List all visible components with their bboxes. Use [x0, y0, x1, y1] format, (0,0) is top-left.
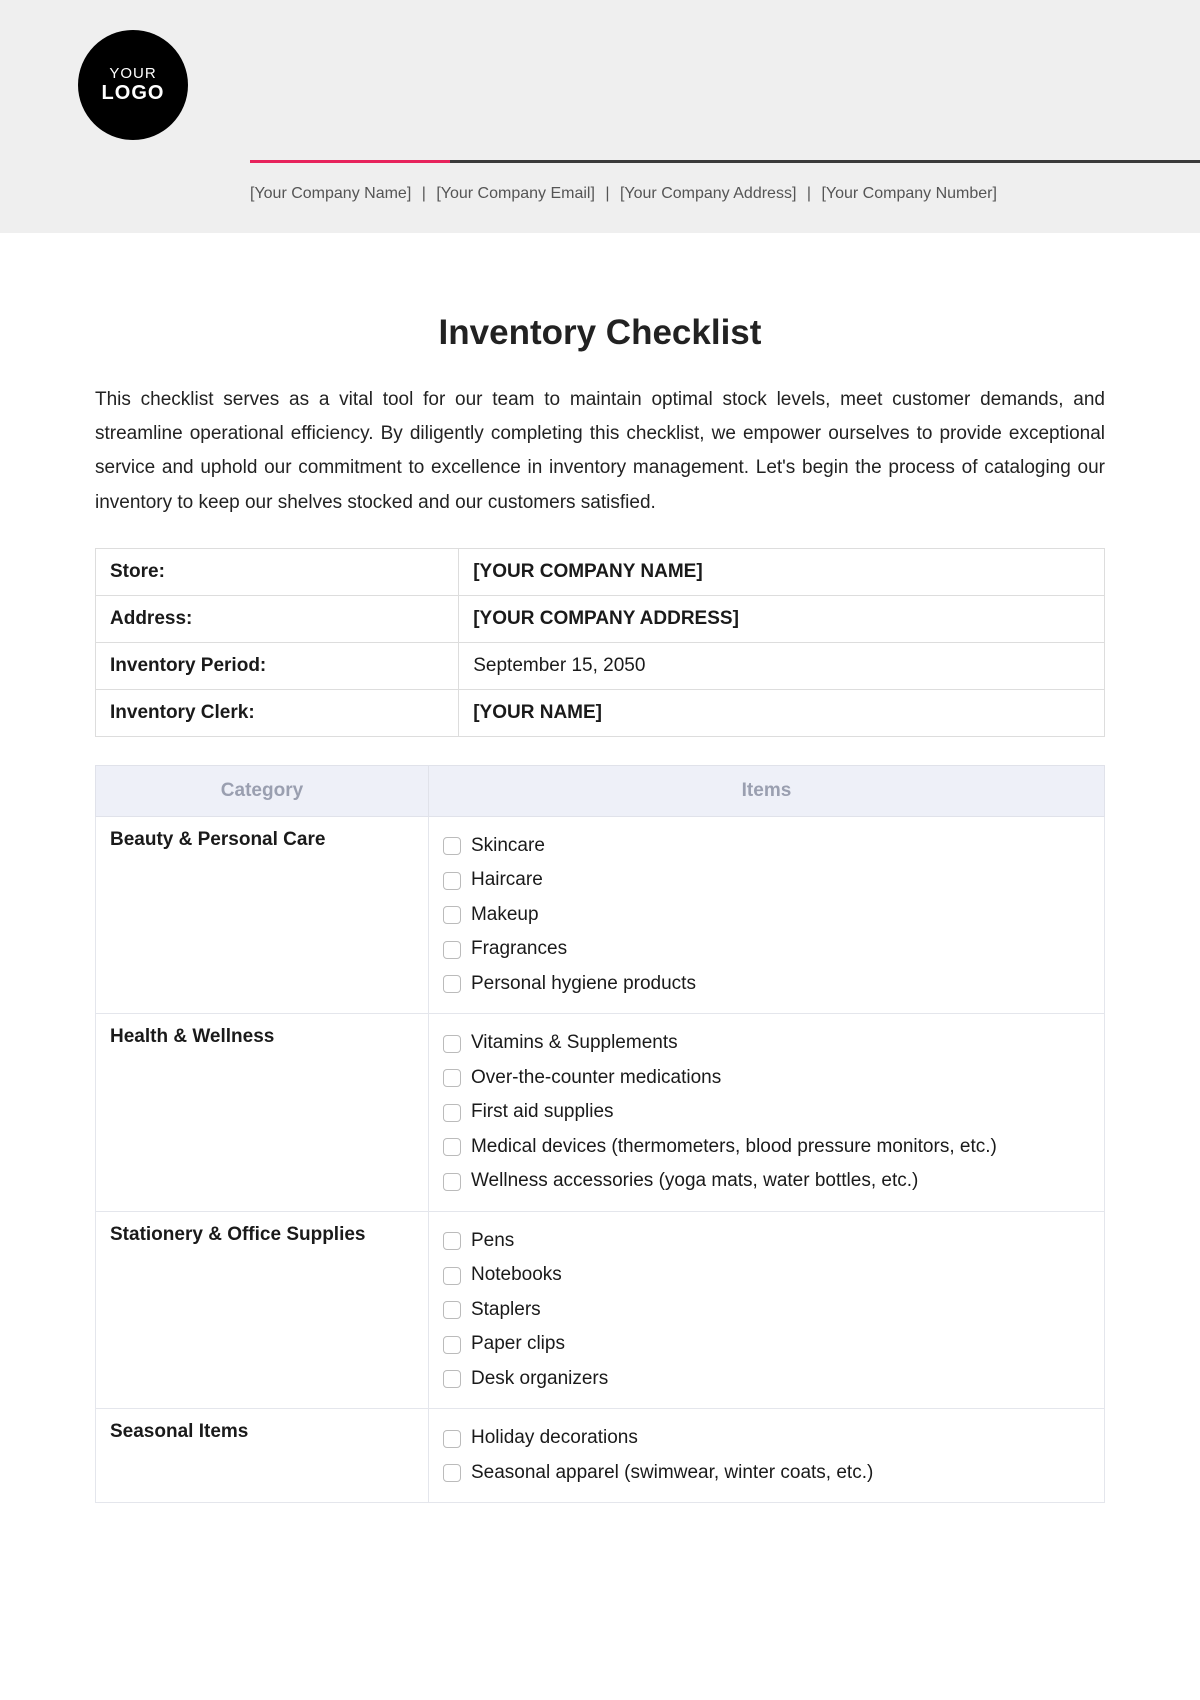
category-cell: Stationery & Office Supplies — [96, 1211, 429, 1409]
item-text: Medical devices (thermometers, blood pre… — [471, 1133, 997, 1162]
checkbox-icon[interactable] — [443, 1336, 461, 1354]
header-band: YOUR LOGO [Your Company Name] | [Your Co… — [0, 0, 1200, 233]
item-text: Holiday decorations — [471, 1424, 638, 1453]
category-cell: Seasonal Items — [96, 1409, 429, 1503]
item-text: Makeup — [471, 901, 539, 930]
item-text: Haircare — [471, 866, 543, 895]
item-text: Vitamins & Supplements — [471, 1029, 678, 1058]
list-item: Staplers — [443, 1293, 1090, 1328]
th-category: Category — [96, 765, 429, 816]
checkbox-icon[interactable] — [443, 1104, 461, 1122]
list-item: Over-the-counter medications — [443, 1061, 1090, 1096]
checkbox-icon[interactable] — [443, 872, 461, 890]
list-item: Fragrances — [443, 932, 1090, 967]
company-meta: [Your Company Name] | [Your Company Emai… — [250, 185, 1200, 203]
item-text: Paper clips — [471, 1330, 565, 1359]
info-label-clerk: Inventory Clerk: — [96, 689, 459, 736]
logo-circle: YOUR LOGO — [78, 30, 188, 140]
checkbox-icon[interactable] — [443, 1430, 461, 1448]
intro-paragraph: This checklist serves as a vital tool fo… — [95, 383, 1105, 520]
info-row-clerk: Inventory Clerk: [YOUR NAME] — [96, 689, 1105, 736]
list-item: Makeup — [443, 898, 1090, 933]
list-item: Personal hygiene products — [443, 967, 1090, 1002]
list-item: Paper clips — [443, 1327, 1090, 1362]
checkbox-icon[interactable] — [443, 941, 461, 959]
accent-divider — [250, 160, 1200, 163]
table-row: Beauty & Personal Care Skincare Haircare Ma… — [96, 816, 1105, 1014]
item-text: Fragrances — [471, 935, 567, 964]
info-label-address: Address: — [96, 595, 459, 642]
checkbox-icon[interactable] — [443, 1232, 461, 1250]
checkbox-icon[interactable] — [443, 1069, 461, 1087]
meta-sep: | — [605, 185, 609, 203]
meta-sep: | — [422, 185, 426, 203]
meta-sep: | — [807, 185, 811, 203]
info-label-store: Store: — [96, 548, 459, 595]
items-cell: Skincare Haircare Makeup Fragrances Personal… — [428, 816, 1104, 1014]
meta-company-number: [Your Company Number] — [821, 185, 997, 202]
item-text: Staplers — [471, 1296, 541, 1325]
checkbox-icon[interactable] — [443, 1464, 461, 1482]
meta-company-address: [Your Company Address] — [620, 185, 796, 202]
checkbox-icon[interactable] — [443, 1370, 461, 1388]
items-cell: Vitamins & Supplements Over-the-counter m… — [428, 1014, 1104, 1212]
items-cell: Pens Notebooks Staplers Paper clips Desk org… — [428, 1211, 1104, 1409]
th-items: Items — [428, 765, 1104, 816]
accent-divider-pink — [250, 160, 450, 163]
checkbox-icon[interactable] — [443, 975, 461, 993]
checkbox-icon[interactable] — [443, 1173, 461, 1191]
checkbox-icon[interactable] — [443, 1138, 461, 1156]
item-text: Skincare — [471, 832, 545, 861]
list-item: Haircare — [443, 863, 1090, 898]
table-row: Health & Wellness Vitamins & Supplements O… — [96, 1014, 1105, 1212]
list-item: Desk organizers — [443, 1362, 1090, 1397]
checkbox-icon[interactable] — [443, 1301, 461, 1319]
checkbox-icon[interactable] — [443, 1267, 461, 1285]
meta-company-email: [Your Company Email] — [436, 185, 595, 202]
list-item: Seasonal apparel (swimwear, winter coats… — [443, 1456, 1090, 1491]
items-cell: Holiday decorations Seasonal apparel (swi… — [428, 1409, 1104, 1503]
info-row-period: Inventory Period: September 15, 2050 — [96, 642, 1105, 689]
checkbox-icon[interactable] — [443, 1035, 461, 1053]
info-value-period: September 15, 2050 — [459, 642, 1105, 689]
content: Inventory Checklist This checklist serve… — [0, 233, 1200, 1503]
info-value-store: [YOUR COMPANY NAME] — [459, 548, 1105, 595]
meta-company-name: [Your Company Name] — [250, 185, 411, 202]
item-text: Pens — [471, 1227, 514, 1256]
info-row-address: Address: [YOUR COMPANY ADDRESS] — [96, 595, 1105, 642]
table-row: Seasonal Items Holiday decorations Seasona… — [96, 1409, 1105, 1503]
item-text: Wellness accessories (yoga mats, water b… — [471, 1167, 918, 1196]
item-text: Over-the-counter medications — [471, 1064, 721, 1093]
table-row: Stationery & Office Supplies Pens Notebook… — [96, 1211, 1105, 1409]
checkbox-icon[interactable] — [443, 837, 461, 855]
info-row-store: Store: [YOUR COMPANY NAME] — [96, 548, 1105, 595]
logo-line2: LOGO — [102, 82, 165, 104]
item-text: Seasonal apparel (swimwear, winter coats… — [471, 1459, 873, 1488]
logo-line1: YOUR — [109, 66, 156, 83]
info-value-clerk: [YOUR NAME] — [459, 689, 1105, 736]
list-item: Vitamins & Supplements — [443, 1026, 1090, 1061]
item-text: Desk organizers — [471, 1365, 608, 1394]
list-item: Wellness accessories (yoga mats, water b… — [443, 1164, 1090, 1199]
checkbox-icon[interactable] — [443, 906, 461, 924]
item-text: Notebooks — [471, 1261, 562, 1290]
category-cell: Beauty & Personal Care — [96, 816, 429, 1014]
list-item: Medical devices (thermometers, blood pre… — [443, 1130, 1090, 1165]
page-title: Inventory Checklist — [95, 313, 1105, 353]
item-text: Personal hygiene products — [471, 970, 696, 999]
category-cell: Health & Wellness — [96, 1014, 429, 1212]
info-label-period: Inventory Period: — [96, 642, 459, 689]
list-item: First aid supplies — [443, 1095, 1090, 1130]
item-text: First aid supplies — [471, 1098, 614, 1127]
list-item: Pens — [443, 1224, 1090, 1259]
checklist-table: Category Items Beauty & Personal CareSki… — [95, 765, 1105, 1504]
list-item: Notebooks — [443, 1258, 1090, 1293]
list-item: Skincare — [443, 829, 1090, 864]
list-item: Holiday decorations — [443, 1421, 1090, 1456]
info-table: Store: [YOUR COMPANY NAME] Address: [YOU… — [95, 548, 1105, 737]
info-value-address: [YOUR COMPANY ADDRESS] — [459, 595, 1105, 642]
